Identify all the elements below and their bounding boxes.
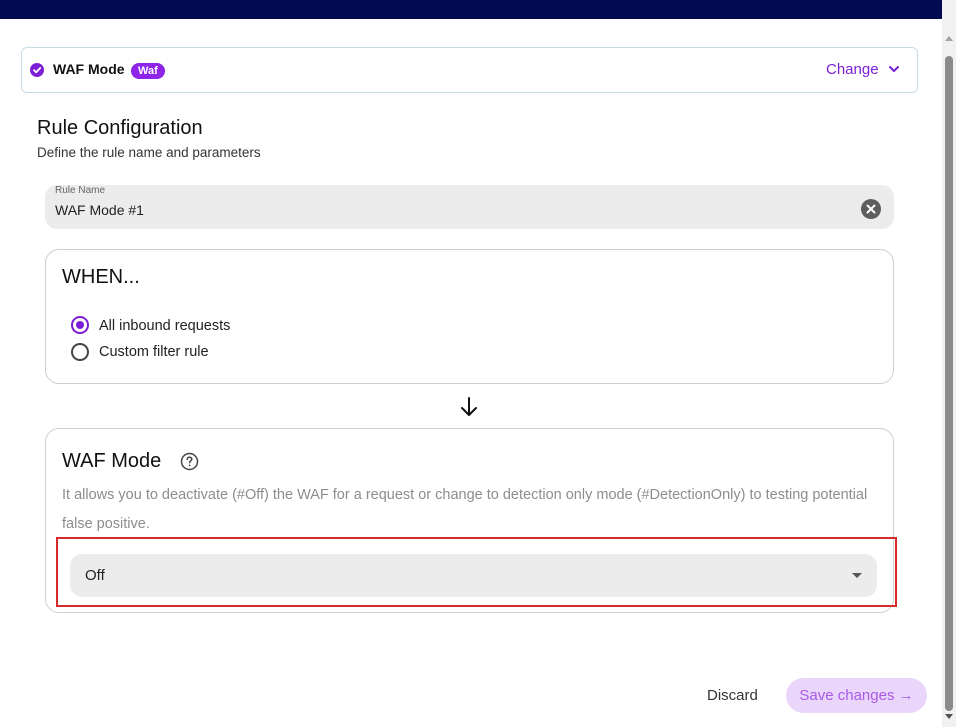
- radio-label-custom-filter[interactable]: Custom filter rule: [99, 344, 209, 360]
- when-title: WHEN...: [62, 266, 140, 288]
- scrollbar-thumb[interactable]: [945, 56, 953, 711]
- radio-label-all-inbound[interactable]: All inbound requests: [99, 318, 230, 334]
- waf-mode-description: It allows you to deactivate (#Off) the W…: [62, 487, 868, 532]
- rule-name-field[interactable]: [45, 185, 894, 229]
- caret-down-icon[interactable]: [852, 573, 862, 578]
- mode-title: WAF Mode: [53, 61, 125, 77]
- section-title: Rule Configuration: [37, 117, 203, 139]
- radio-custom-filter[interactable]: [71, 343, 89, 361]
- chevron-down-icon[interactable]: [888, 64, 900, 74]
- section-subtitle: Define the rule name and parameters: [37, 145, 261, 160]
- waf-mode-select[interactable]: [70, 554, 877, 597]
- rule-name-input[interactable]: WAF Mode #1: [55, 202, 144, 218]
- top-bar: [0, 0, 942, 19]
- waf-mode-select-value[interactable]: Off: [85, 567, 105, 584]
- save-changes-button[interactable]: Save changes →: [786, 678, 927, 713]
- help-circle-icon[interactable]: [180, 452, 199, 471]
- change-button[interactable]: Change: [826, 61, 879, 78]
- radio-all-inbound[interactable]: [71, 316, 89, 334]
- when-card: [45, 249, 894, 384]
- scroll-down-arrow-icon[interactable]: [945, 714, 953, 719]
- arrow-down-icon: [461, 397, 477, 416]
- waf-mode-title: WAF Mode: [62, 450, 162, 472]
- rule-name-label: Rule Name: [55, 185, 106, 196]
- check-circle-icon: [30, 63, 44, 77]
- clear-icon[interactable]: [861, 199, 881, 219]
- scroll-up-arrow-icon[interactable]: [945, 36, 953, 41]
- discard-button[interactable]: Discard: [707, 687, 758, 704]
- mode-badge: Waf: [131, 63, 165, 79]
